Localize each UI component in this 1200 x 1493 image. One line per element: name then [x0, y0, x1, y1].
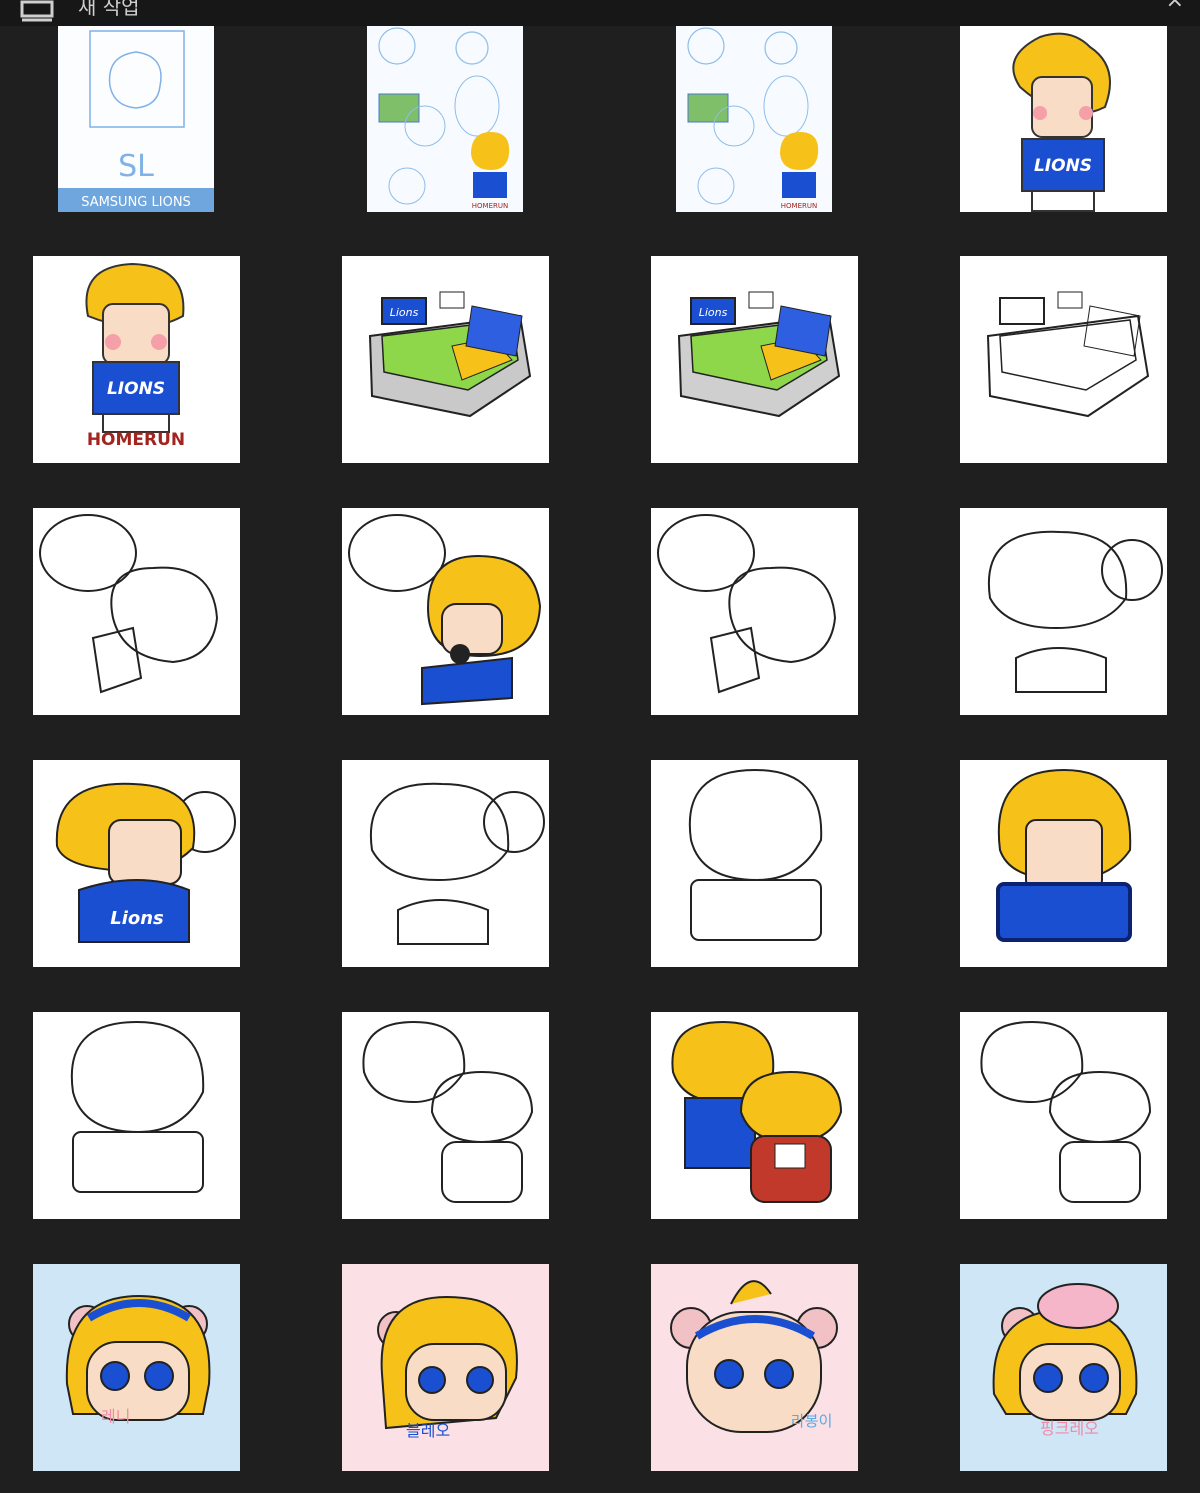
thumbnail-character-bleo[interactable]: 블레오	[342, 1264, 549, 1471]
jersey-text: LIONS	[1034, 156, 1092, 176]
character-name-reni: 레니	[101, 1407, 130, 1426]
thumbnail-sketch-sheet-2[interactable]: HOMERUN	[676, 26, 832, 212]
thumbnail-mic-lineart-1[interactable]	[33, 508, 240, 715]
sketch-club-text: SAMSUNG LIONS	[81, 195, 191, 210]
character-name-pinkreo: 핑크레오	[1040, 1419, 1099, 1438]
character-name-bleo: 블레오	[406, 1421, 450, 1440]
thumbnail-homerun-color-2[interactable]: LIONS HOMERUN	[33, 256, 240, 463]
stadium-sign-text: Lions	[699, 306, 728, 319]
thumbnail-stadium-lineart[interactable]	[960, 256, 1167, 463]
thumbnail-pingpong-lineart-1[interactable]	[960, 508, 1167, 715]
thumbnail-grid: SL SAMSUNG LIONS HOMERUN HOMERUN LIONS L…	[0, 0, 1200, 1493]
thumbnail-mic-lineart-2[interactable]	[651, 508, 858, 715]
thumbnail-pingpong-color[interactable]: Lions	[33, 760, 240, 967]
thumbnail-sign-color[interactable]	[960, 760, 1167, 967]
homerun-text: HOMERUN	[781, 202, 817, 210]
thumbnail-pair-color[interactable]	[651, 1012, 858, 1219]
thumbnail-pair-lineart-2[interactable]	[960, 1012, 1167, 1219]
thumbnail-pair-lineart-1[interactable]	[342, 1012, 549, 1219]
thumbnail-homerun-color-1[interactable]: LIONS HOMERUN	[960, 26, 1167, 212]
sketch-mark-text: SL	[118, 149, 154, 184]
thumbnail-sign-lineart-2[interactable]	[33, 1012, 240, 1219]
thumbnail-sketch-sheet-1[interactable]: HOMERUN	[367, 26, 523, 212]
thumbnail-sign-lineart-1[interactable]	[651, 760, 858, 967]
thumbnail-stadium-color-1[interactable]: Lions	[342, 256, 549, 463]
thumbnail-character-reni[interactable]: 레니	[33, 1264, 240, 1471]
thumbnail-mic-color[interactable]	[342, 508, 549, 715]
homerun-text: HOMERUN	[472, 202, 508, 210]
thumbnail-character-pinkreo[interactable]: 핑크레오	[960, 1264, 1167, 1471]
stadium-sign-text: Lions	[390, 306, 419, 319]
thumbnail-stadium-color-2[interactable]: Lions	[651, 256, 858, 463]
character-name-rabongi: 라봉이	[791, 1412, 832, 1430]
jersey-text: LIONS	[107, 379, 165, 399]
jersey-text: Lions	[110, 908, 164, 929]
thumbnail-pingpong-lineart-2[interactable]	[342, 760, 549, 967]
thumbnail-character-rabongi[interactable]: 라봉이	[651, 1264, 858, 1471]
thumbnail-sketch-lions[interactable]: SL SAMSUNG LIONS	[58, 26, 214, 212]
homerun-text: HOMERUN	[87, 430, 185, 450]
